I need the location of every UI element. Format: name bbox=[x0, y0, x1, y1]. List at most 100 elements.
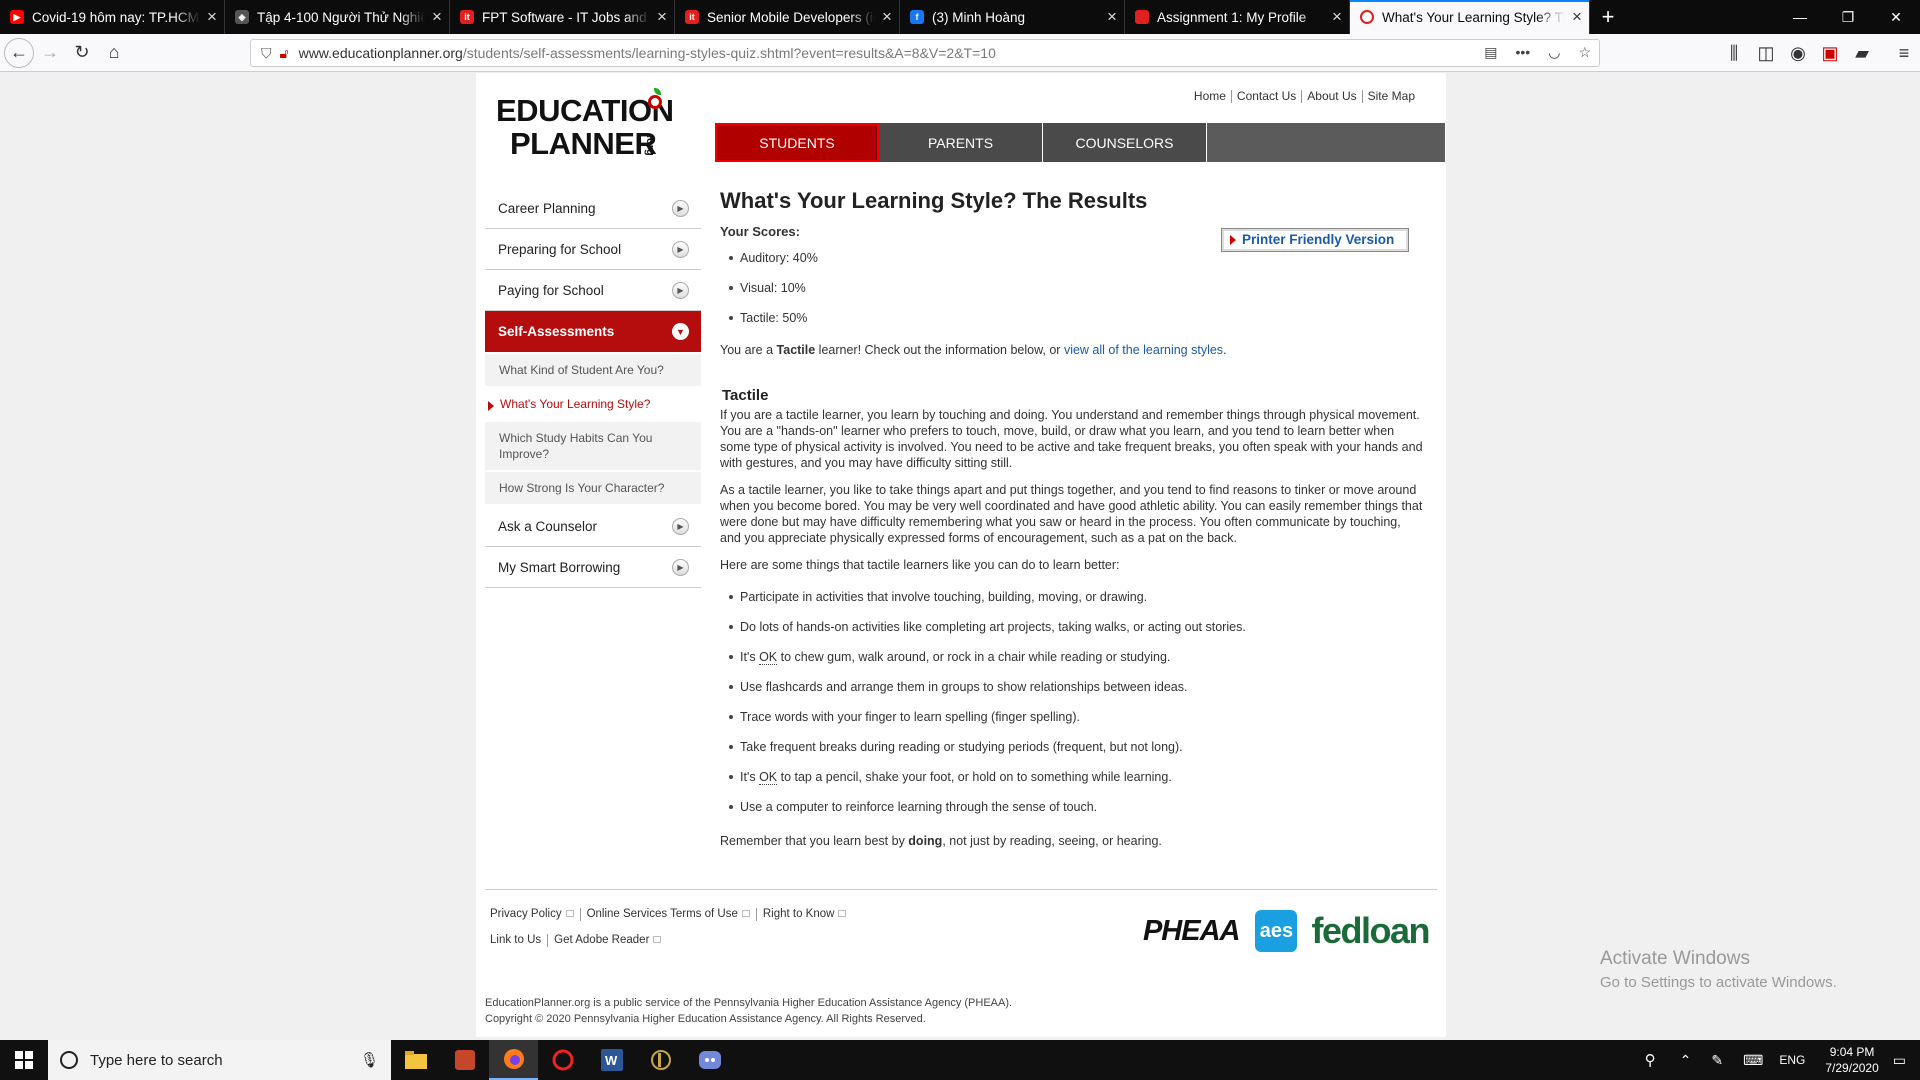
clock[interactable]: 9:04 PM 7/29/2020 bbox=[1825, 1044, 1878, 1076]
partner-logos: PHEAA aes fedloan bbox=[1143, 910, 1430, 952]
page-title: What's Your Learning Style? The Results bbox=[720, 188, 1148, 213]
privacy-policy-link[interactable]: Privacy Policy bbox=[490, 908, 581, 921]
league-icon[interactable] bbox=[636, 1040, 685, 1080]
browser-tab[interactable]: ▶Covid-19 hôm nay: TP.HCM, Hà× bbox=[0, 0, 225, 34]
adobe-reader-link[interactable]: Get Adobe Reader bbox=[548, 934, 667, 947]
keyboard-icon[interactable]: ⌨ bbox=[1743, 1052, 1763, 1069]
close-tab-icon[interactable]: × bbox=[425, 7, 449, 27]
description-paragraph: If you are a tactile learner, you learn … bbox=[720, 408, 1423, 470]
browser-tab[interactable]: itSenior Mobile Developers (iOS,× bbox=[675, 0, 900, 34]
youtube-icon: ▶ bbox=[10, 10, 24, 24]
file-explorer-icon[interactable] bbox=[391, 1040, 440, 1080]
terms-of-use-link[interactable]: Online Services Terms of Use bbox=[581, 908, 757, 921]
side-nav: Career Planning ▶ Preparing for School ▶ P… bbox=[485, 188, 701, 588]
people-icon[interactable]: ⚲ bbox=[1645, 1051, 1656, 1069]
sidebar-item-self-assessments[interactable]: Self-Assessments ▼ bbox=[485, 311, 701, 352]
microphone-icon[interactable]: 🎙︎ bbox=[360, 1051, 379, 1069]
close-tab-icon[interactable]: × bbox=[1565, 7, 1589, 27]
tab-students[interactable]: STUDENTS bbox=[715, 123, 879, 162]
url-bar[interactable]: ⛉ 🔓︎ www.educationplanner.org/students/s… bbox=[250, 39, 1600, 67]
close-tab-icon[interactable]: × bbox=[875, 7, 899, 27]
about-us-link[interactable]: About Us bbox=[1302, 90, 1363, 103]
extension-icon[interactable]: ▣ bbox=[1814, 37, 1846, 69]
tip-item: It's OK to tap a pencil, shake your foot… bbox=[720, 769, 1425, 785]
copyright: EducationPlanner.org is a public service… bbox=[485, 997, 1013, 1025]
contact-us-link[interactable]: Contact Us bbox=[1232, 90, 1303, 103]
home-link[interactable]: Home bbox=[1189, 90, 1232, 103]
taskbar: Type here to search 🎙︎ W ⚲ ⌃ ✎ ⌨ ENG 9:0… bbox=[0, 1040, 1920, 1080]
windows-start-icon[interactable] bbox=[0, 1040, 48, 1080]
pheaa-logo[interactable]: PHEAA bbox=[1143, 915, 1241, 948]
browser-tab[interactable]: itFPT Software - IT Jobs and Com× bbox=[450, 0, 675, 34]
browser-tab[interactable]: Assignment 1: My Profile × bbox=[1125, 0, 1350, 34]
shield-icon[interactable]: ⛉ bbox=[261, 45, 272, 62]
sub-item-student-kind[interactable]: What Kind of Student Are You? bbox=[485, 354, 701, 388]
discord-icon[interactable] bbox=[685, 1040, 734, 1080]
pocket-icon[interactable]: ◡ bbox=[1548, 44, 1560, 61]
sidebar-icon[interactable]: ◫ bbox=[1750, 37, 1782, 69]
education-planner-logo[interactable]: EDUCATION PLANNER .org bbox=[496, 88, 676, 175]
close-window-icon[interactable]: ✕ bbox=[1872, 0, 1920, 34]
main-content: What's Your Learning Style? The Results … bbox=[720, 188, 1425, 849]
pen-icon[interactable]: ✎ bbox=[1711, 1052, 1723, 1069]
close-tab-icon[interactable]: × bbox=[650, 7, 674, 27]
sidebar-item-paying-for-school[interactable]: Paying for School ▶ bbox=[485, 270, 701, 311]
sidebar-item-preparing-for-school[interactable]: Preparing for School ▶ bbox=[485, 229, 701, 270]
view-all-styles-link[interactable]: view all of the learning styles bbox=[1064, 343, 1223, 357]
new-tab-button[interactable]: + bbox=[1590, 0, 1626, 34]
score-item: Visual: 10% bbox=[720, 280, 1425, 296]
close-tab-icon[interactable]: × bbox=[1325, 7, 1349, 27]
firefox-icon[interactable] bbox=[489, 1040, 538, 1080]
sidebar-item-ask-counselor[interactable]: Ask a Counselor ▶ bbox=[485, 506, 701, 547]
reload-icon[interactable]: ↻ bbox=[66, 37, 98, 69]
extension-icon[interactable]: ▰ bbox=[1846, 37, 1878, 69]
bookmark-star-icon[interactable]: ☆ bbox=[1578, 44, 1591, 61]
printer-friendly-button[interactable]: Printer Friendly Version bbox=[1221, 228, 1409, 252]
browser-tab[interactable]: f (3) Minh Hoàng × bbox=[900, 0, 1125, 34]
tab-parents[interactable]: PARENTS bbox=[879, 123, 1043, 162]
restore-icon[interactable]: ❐ bbox=[1824, 0, 1872, 34]
browser-tab[interactable]: ◈ Tập 4-100 Người Thử Nghiệm × bbox=[225, 0, 450, 34]
taskbar-search[interactable]: Type here to search 🎙︎ bbox=[48, 1040, 391, 1080]
sidebar-item-career-planning[interactable]: Career Planning ▶ bbox=[485, 188, 701, 229]
score-item: Tactile: 50% bbox=[720, 310, 1425, 326]
more-actions-icon[interactable]: ••• bbox=[1516, 44, 1531, 61]
word-icon[interactable]: W bbox=[587, 1040, 636, 1080]
notification-icon[interactable]: ▭ bbox=[1893, 1052, 1906, 1069]
url-host: www.educationplanner.org bbox=[298, 45, 463, 61]
back-icon[interactable]: ← bbox=[4, 37, 34, 68]
system-tray: ⚲ ⌃ ✎ ⌨ ENG 9:04 PM 7/29/2020 ▭ bbox=[1631, 1040, 1906, 1080]
chevron-up-icon[interactable]: ⌃ bbox=[1680, 1052, 1692, 1069]
url-path: /students/self-assessments/learning-styl… bbox=[462, 45, 996, 61]
app-icon[interactable] bbox=[538, 1040, 587, 1080]
forward-icon[interactable]: → bbox=[34, 37, 66, 69]
aes-logo[interactable]: aes bbox=[1255, 910, 1298, 952]
app-icon[interactable] bbox=[440, 1040, 489, 1080]
cube-icon: ◈ bbox=[235, 10, 249, 24]
home-icon[interactable]: ⌂ bbox=[98, 37, 130, 69]
minimize-icon[interactable]: — bbox=[1776, 0, 1824, 34]
account-icon[interactable]: ◉ bbox=[1782, 37, 1814, 69]
sidebar-item-smart-borrowing[interactable]: My Smart Borrowing ▶ bbox=[485, 547, 701, 588]
sub-item-study-habits[interactable]: Which Study Habits Can You Improve? bbox=[485, 422, 701, 472]
menu-icon[interactable]: ≡ bbox=[1888, 37, 1920, 69]
library-icon[interactable]: ⫼ bbox=[1718, 37, 1750, 69]
external-link-icon bbox=[565, 910, 574, 918]
insecure-lock-icon[interactable]: 🔓︎ bbox=[280, 45, 289, 62]
browser-tab-active[interactable]: What's Your Learning Style? Th × bbox=[1350, 0, 1590, 34]
fedloan-logo[interactable]: fedloan bbox=[1311, 913, 1430, 949]
tips-intro: Here are some things that tactile learne… bbox=[720, 558, 1120, 572]
sub-item-learning-style[interactable]: What's Your Learning Style? bbox=[485, 388, 701, 422]
reader-view-icon[interactable]: ▤ bbox=[1484, 44, 1497, 61]
tab-counselors[interactable]: COUNSELORS bbox=[1043, 123, 1207, 162]
language-indicator[interactable]: ENG bbox=[1779, 1053, 1805, 1067]
footer: Privacy Policy Online Services Terms of … bbox=[485, 889, 1437, 960]
external-link-icon bbox=[741, 910, 750, 918]
close-tab-icon[interactable]: × bbox=[1100, 7, 1124, 27]
sub-item-character[interactable]: How Strong Is Your Character? bbox=[485, 472, 701, 506]
close-tab-icon[interactable]: × bbox=[200, 7, 224, 27]
right-to-know-link[interactable]: Right to Know bbox=[757, 908, 853, 921]
tab-bar: ▶Covid-19 hôm nay: TP.HCM, Hà× ◈Tập 4-10… bbox=[0, 0, 1920, 34]
link-to-us-link[interactable]: Link to Us bbox=[490, 934, 549, 947]
site-map-link[interactable]: Site Map bbox=[1363, 90, 1420, 103]
